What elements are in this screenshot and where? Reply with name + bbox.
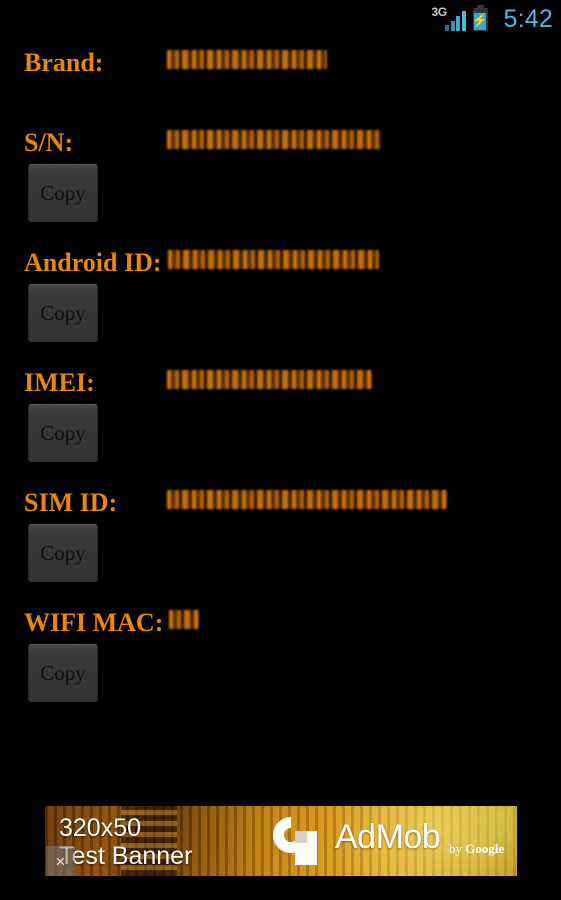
ad-close-button[interactable]: ×: [46, 846, 75, 876]
banner-size-label: 320x50: [59, 814, 142, 842]
app-screen: 3G ⚡ 5:42 Brand: S/N: Copy Android ID: Copy I…: [0, 0, 561, 900]
battery-charging-icon: ⚡: [471, 5, 489, 31]
copy-button[interactable]: Copy: [28, 284, 98, 342]
copy-button[interactable]: Copy: [28, 524, 98, 582]
info-row: S/N: Copy: [0, 128, 561, 222]
field-value-redacted: [167, 490, 447, 509]
copy-button[interactable]: Copy: [28, 404, 98, 462]
field-value-redacted: [167, 130, 382, 149]
info-row-line: IMEI:: [0, 368, 561, 398]
info-row: Brand:: [0, 48, 561, 78]
admob-by-prefix: by: [449, 841, 462, 856]
status-bar: 3G ⚡ 5:42: [0, 0, 561, 40]
field-value-redacted: [167, 50, 327, 69]
copy-button[interactable]: Copy: [28, 644, 98, 702]
signal-bars-icon: 3G: [432, 6, 466, 33]
signal-strength-bars: [445, 11, 466, 31]
info-row-line: S/N:: [0, 128, 561, 158]
info-row-line: WIFI MAC:: [0, 608, 561, 638]
admob-logo-icon: [265, 809, 320, 865]
copy-button[interactable]: Copy: [28, 164, 98, 222]
charging-bolt-icon: ⚡: [471, 12, 489, 28]
banner-text-block: 320x50 Test Banner: [59, 814, 192, 870]
field-label: WIFI MAC:: [24, 608, 164, 637]
info-row-line: SIM ID:: [0, 488, 561, 518]
field-label: IMEI:: [24, 368, 95, 397]
status-bar-clock: 5:42: [503, 5, 553, 33]
field-value-redacted: [169, 610, 200, 629]
info-row: WIFI MAC: Copy: [0, 608, 561, 702]
field-value-redacted: [167, 250, 379, 269]
info-row-line: Brand:: [0, 48, 561, 78]
info-row: SIM ID: Copy: [0, 488, 561, 582]
admob-test-banner[interactable]: 320x50 Test Banner AdMob by Google: [45, 806, 517, 876]
field-label: SIM ID:: [24, 488, 118, 517]
admob-brand-label: AdMob: [335, 818, 441, 856]
banner-title-label: Test Banner: [59, 842, 193, 870]
admob-google-name: Google: [465, 841, 505, 856]
field-label: S/N:: [24, 128, 74, 157]
info-row: IMEI: Copy: [0, 368, 561, 462]
field-label: Brand:: [24, 48, 104, 77]
info-row: Android ID: Copy: [0, 248, 561, 342]
field-label: Android ID:: [24, 248, 162, 277]
field-value-redacted: [167, 370, 372, 389]
info-row-line: Android ID:: [0, 248, 561, 278]
admob-by-google-label: by Google: [449, 842, 504, 855]
status-bar-icons: 3G ⚡ 5:42: [432, 5, 553, 33]
